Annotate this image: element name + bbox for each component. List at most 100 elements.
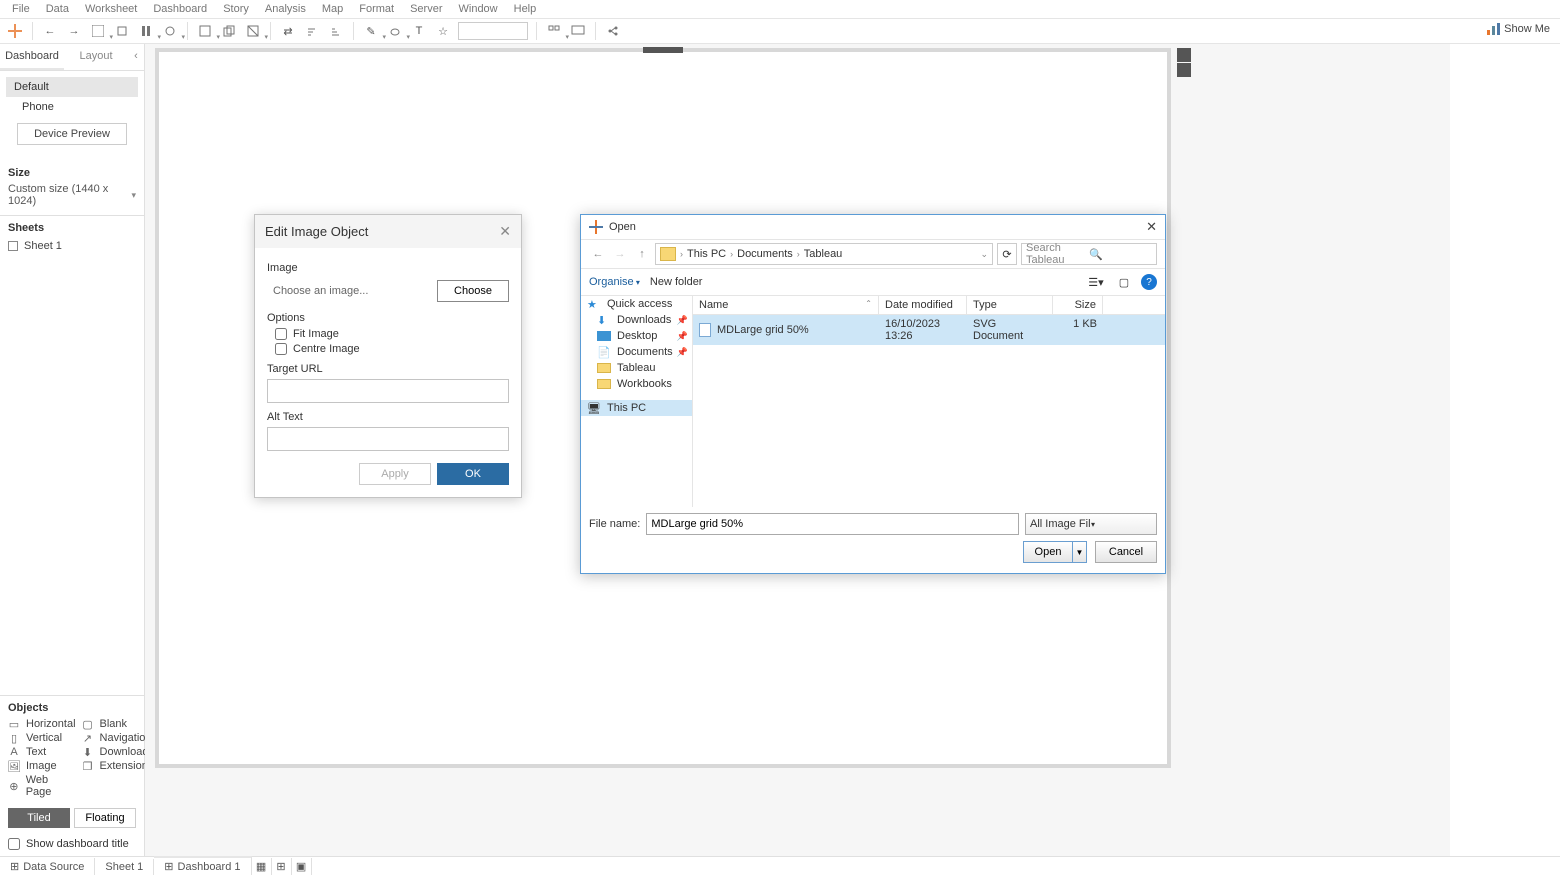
menu-server[interactable]: Server [402, 1, 450, 17]
new-story-icon[interactable]: ▣ [292, 858, 312, 875]
organize-button[interactable]: Organise [589, 276, 640, 288]
obj-vertical[interactable]: ▯Vertical [8, 732, 76, 744]
save-icon[interactable] [89, 22, 107, 40]
duplicate-icon[interactable] [220, 22, 238, 40]
collapse-pane-icon[interactable]: ‹ [128, 44, 144, 70]
breadcrumb[interactable]: ›This PC ›Documents ›Tableau ⌄ [655, 243, 993, 265]
open-split-icon[interactable]: ▼ [1073, 541, 1087, 563]
presentation-icon[interactable] [569, 22, 587, 40]
show-me-button[interactable]: Show Me [1486, 22, 1550, 36]
tab-datasource[interactable]: ⊞Data Source [0, 858, 95, 875]
close-icon[interactable]: ✕ [499, 223, 511, 240]
device-preview-button[interactable]: Device Preview [17, 123, 127, 145]
obj-blank[interactable]: ▢Blank [82, 718, 152, 730]
obj-download[interactable]: ⬇Download [82, 746, 152, 758]
new-dashboard-icon[interactable]: ⊞ [272, 858, 292, 875]
container-menu-icon[interactable] [1177, 63, 1191, 77]
floating-button[interactable]: Floating [74, 808, 136, 828]
obj-text[interactable]: AText [8, 746, 76, 758]
menu-help[interactable]: Help [506, 1, 545, 17]
obj-image[interactable]: 🖼Image [8, 760, 76, 772]
tree-desktop[interactable]: Desktop📌 [581, 328, 692, 344]
refresh-icon[interactable] [161, 22, 179, 40]
menu-window[interactable]: Window [451, 1, 506, 17]
clear-icon[interactable] [244, 22, 262, 40]
fit-dropdown[interactable] [458, 22, 528, 40]
forward-icon[interactable]: → [65, 22, 83, 40]
target-url-input[interactable] [267, 379, 509, 403]
menu-analysis[interactable]: Analysis [257, 1, 314, 17]
centre-image-checkbox[interactable] [275, 343, 287, 355]
tree-quick-access[interactable]: ★Quick access [581, 296, 692, 312]
show-title-row[interactable]: Show dashboard title [0, 832, 144, 856]
sort-asc-icon[interactable] [303, 22, 321, 40]
nav-forward-icon[interactable]: → [611, 244, 629, 264]
menu-dashboard[interactable]: Dashboard [145, 1, 215, 17]
ok-button[interactable]: OK [437, 463, 509, 485]
cancel-button[interactable]: Cancel [1095, 541, 1157, 563]
filename-input[interactable] [646, 513, 1019, 535]
pin-icon[interactable]: ☆ [434, 22, 452, 40]
group-icon[interactable] [386, 22, 404, 40]
tab-layout[interactable]: Layout [64, 44, 128, 70]
sheet-item[interactable]: Sheet 1 [0, 236, 144, 256]
new-sheet-icon[interactable]: ▦ [252, 858, 272, 875]
menu-data[interactable]: Data [38, 1, 77, 17]
menu-format[interactable]: Format [351, 1, 402, 17]
col-name[interactable]: Name ⌃ [693, 296, 879, 314]
file-dialog-close-icon[interactable]: ✕ [1146, 219, 1157, 235]
nav-up-icon[interactable]: ↑ [633, 244, 651, 264]
menu-map[interactable]: Map [314, 1, 351, 17]
canvas-top-handle[interactable] [643, 47, 683, 53]
col-size[interactable]: Size [1053, 296, 1103, 314]
view-mode-icon[interactable]: ☰▾ [1085, 273, 1107, 291]
dialog-titlebar[interactable]: Edit Image Object ✕ [255, 215, 521, 248]
help-icon[interactable]: ? [1141, 274, 1157, 290]
tab-dashboard[interactable]: Dashboard [0, 44, 64, 70]
obj-webpage[interactable]: ⊕Web Page [8, 774, 76, 798]
tree-downloads[interactable]: ⬇Downloads📌 [581, 312, 692, 328]
fit-image-checkbox[interactable] [275, 328, 287, 340]
labels-icon[interactable]: T [410, 22, 428, 40]
column-headers[interactable]: Name ⌃ Date modified Type Size [693, 296, 1165, 315]
new-folder-button[interactable]: New folder [650, 276, 703, 288]
tree-workbooks[interactable]: Workbooks [581, 376, 692, 392]
open-button[interactable]: Open [1023, 541, 1073, 563]
obj-extension[interactable]: ❐Extension [82, 760, 152, 772]
menu-story[interactable]: Story [215, 1, 257, 17]
remove-container-icon[interactable] [1177, 48, 1191, 62]
tiled-button[interactable]: Tiled [8, 808, 70, 828]
device-default[interactable]: Default [6, 77, 138, 97]
share-icon[interactable] [604, 22, 622, 40]
apply-button[interactable]: Apply [359, 463, 431, 485]
tab-sheet1[interactable]: Sheet 1 [95, 859, 154, 875]
preview-pane-icon[interactable]: ▢ [1113, 273, 1135, 291]
menu-file[interactable]: File [4, 1, 38, 17]
obj-navigation[interactable]: ↗Navigation [82, 732, 152, 744]
cards-icon[interactable] [545, 22, 563, 40]
tree-documents[interactable]: 📄Documents📌 [581, 344, 692, 360]
show-title-checkbox[interactable] [8, 838, 20, 850]
alt-text-input[interactable] [267, 427, 509, 451]
fit-image-option[interactable]: Fit Image [275, 328, 509, 340]
size-dropdown[interactable]: Custom size (1440 x 1024)▾ [0, 181, 144, 216]
pause-icon[interactable] [137, 22, 155, 40]
nav-back-icon[interactable]: ← [589, 244, 607, 264]
tab-dashboard1[interactable]: ⊞Dashboard 1 [154, 856, 251, 875]
menu-worksheet[interactable]: Worksheet [77, 1, 145, 17]
file-row[interactable]: MDLarge grid 50% 16/10/2023 13:26 SVG Do… [693, 315, 1165, 345]
new-datasource-icon[interactable] [113, 22, 131, 40]
back-icon[interactable]: ← [41, 22, 59, 40]
refresh-folder-icon[interactable]: ⟳ [997, 243, 1017, 265]
tree-tableau[interactable]: Tableau [581, 360, 692, 376]
sort-desc-icon[interactable] [327, 22, 345, 40]
highlight-icon[interactable]: ✎ [362, 22, 380, 40]
col-date[interactable]: Date modified [879, 296, 967, 314]
swap-icon[interactable]: ⇄ [279, 22, 297, 40]
tree-this-pc[interactable]: 🖥This PC [581, 400, 692, 416]
col-type[interactable]: Type [967, 296, 1053, 314]
file-dialog-titlebar[interactable]: Open ✕ [581, 215, 1165, 239]
choose-button[interactable]: Choose [437, 280, 509, 302]
search-input[interactable]: Search Tableau🔍 [1021, 243, 1157, 265]
file-type-filter[interactable]: All Image Files (*.bmp *.dib *.er▾ [1025, 513, 1157, 535]
